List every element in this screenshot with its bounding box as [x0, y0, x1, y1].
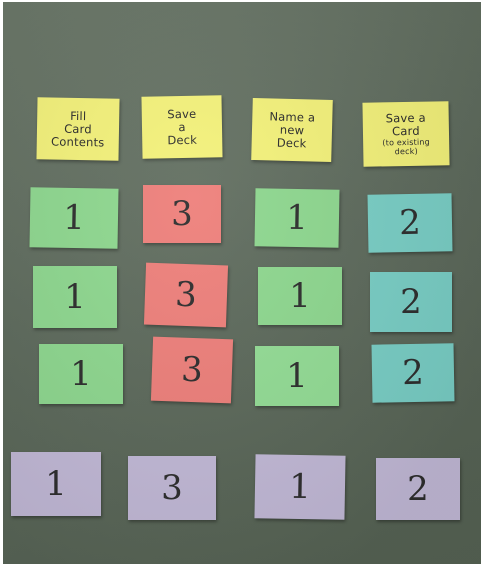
rating-card: 2	[367, 193, 453, 253]
rating-value: 3	[174, 274, 198, 316]
rating-card: 2	[376, 458, 460, 520]
rating-value: 3	[161, 468, 183, 508]
rating-card: 1	[255, 346, 339, 406]
rating-value: 3	[180, 349, 204, 391]
rating-value: 2	[400, 282, 422, 322]
rating-value: 2	[401, 352, 425, 394]
rating-card: 3	[143, 262, 229, 328]
rating-card: 1	[254, 454, 346, 520]
rating-card: 3	[143, 185, 221, 243]
header-note-name-a-new-deck: Name a new Deck	[251, 97, 333, 163]
header-note-save-a-deck: Save a Deck	[141, 95, 223, 159]
header-note-save-a-card: Save a Card (to existing deck)	[362, 101, 450, 167]
rating-card: 1	[258, 267, 342, 325]
rating-value: 2	[407, 469, 429, 509]
poster-board-photo: Fill Card Contents Save a Deck Name a ne…	[3, 2, 481, 564]
rating-value: 1	[70, 354, 92, 394]
rating-card: 1	[29, 187, 119, 249]
header-note-fill-card-contents: Fill Card Contents	[36, 97, 120, 161]
rating-value: 1	[286, 356, 308, 396]
header-label: Name a new Deck	[269, 108, 316, 150]
rating-value: 3	[171, 194, 193, 234]
rating-value: 1	[285, 197, 309, 239]
header-label: Fill Card Contents	[50, 108, 105, 149]
rating-value: 2	[398, 202, 422, 244]
rating-card: 1	[33, 266, 117, 328]
rating-card: 2	[371, 343, 455, 403]
rating-card: 3	[150, 336, 234, 404]
rating-card: 1	[39, 344, 123, 404]
rating-value: 1	[288, 466, 312, 508]
header-sublabel: (to existing deck)	[382, 137, 430, 157]
rating-card: 2	[370, 272, 452, 332]
rating-value: 1	[64, 277, 86, 317]
header-label: Save a Deck	[167, 106, 198, 147]
rating-value: 1	[45, 464, 67, 504]
rating-card: 1	[254, 188, 340, 248]
rating-value: 1	[62, 197, 86, 239]
rating-card: 3	[128, 456, 216, 520]
header-label: Save a Card	[385, 110, 426, 139]
rating-value: 1	[289, 276, 311, 316]
rating-card: 1	[11, 452, 101, 516]
